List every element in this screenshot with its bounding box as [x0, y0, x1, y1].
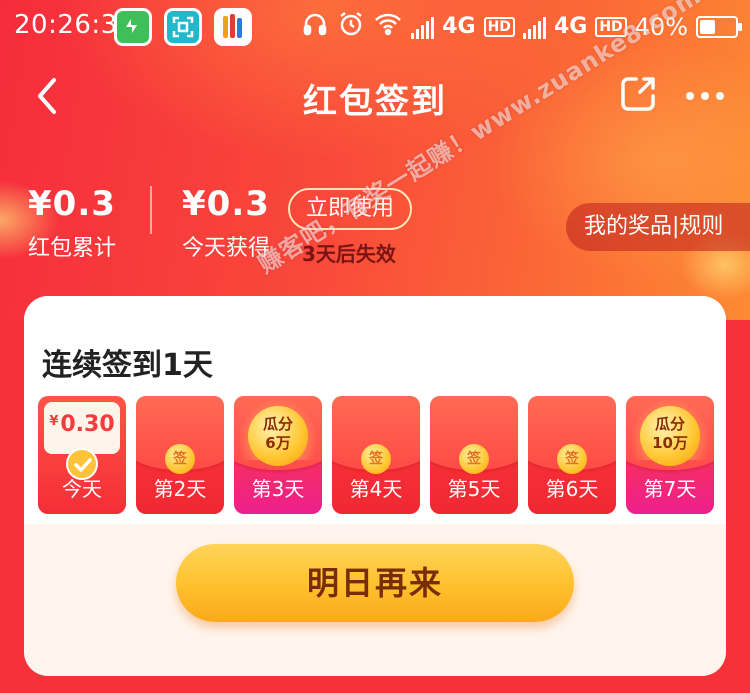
- network-type-2: 4G: [553, 14, 588, 39]
- day-label: 第5天: [447, 477, 501, 501]
- headset-icon: [301, 10, 329, 43]
- status-indicators: 4G HD 4G HD 40%: [301, 10, 742, 43]
- checkin-card: 连续签到1天 ¥0.30 今天 签 第2天 瓜分 6万 第3天 签 第4天 签 …: [24, 296, 726, 676]
- day-label: 第6天: [545, 477, 599, 501]
- signin-coin-icon: 签: [557, 444, 587, 474]
- nav-bar: 红包签到: [0, 60, 750, 132]
- stat-divider: [150, 186, 152, 234]
- hd-badge-1: HD: [483, 16, 515, 37]
- prize-coin-icon: 瓜分 10万: [640, 406, 700, 466]
- day-card-2[interactable]: 签 第2天: [136, 396, 224, 514]
- total-label: 红包累计: [28, 236, 117, 261]
- alarm-icon: [337, 10, 365, 43]
- day-card-6[interactable]: 签 第6天: [528, 396, 616, 514]
- battery-saver-app-icon: [114, 8, 152, 46]
- use-now-button[interactable]: 立即使用: [288, 188, 413, 230]
- more-button[interactable]: [680, 74, 730, 114]
- status-bar: 20:26:33 4G HD 4G HD 40%: [0, 0, 750, 54]
- shopping-app-icon: [214, 8, 252, 46]
- signin-coin-icon: 签: [165, 444, 195, 474]
- wifi-icon: [373, 11, 403, 42]
- day-card-4[interactable]: 签 第4天: [332, 396, 420, 514]
- day-label: 今天: [62, 477, 102, 501]
- come-back-tomorrow-button[interactable]: 明日再来: [176, 544, 574, 622]
- total-value: ¥0.3: [28, 184, 116, 224]
- today-amount: ¥0.30: [49, 412, 115, 437]
- checkin-title: 连续签到1天: [42, 348, 213, 383]
- hd-badge-2: HD: [595, 16, 627, 37]
- signal-icon: [522, 15, 546, 39]
- day-card-3[interactable]: 瓜分 6万 第3天: [234, 396, 322, 514]
- battery-percent: 40%: [634, 12, 688, 41]
- today-earned-stat: ¥0.3 今天获得: [182, 184, 270, 262]
- today-value: ¥0.3: [182, 184, 270, 224]
- day-card-7[interactable]: 瓜分 10万 第7天: [626, 396, 714, 514]
- share-button[interactable]: [618, 74, 658, 114]
- scan-app-icon: [164, 8, 202, 46]
- signal-icon: [411, 15, 435, 39]
- day-label: 第3天: [251, 477, 305, 501]
- network-type-1: 4G: [442, 14, 476, 39]
- signin-coin-icon: 签: [361, 444, 391, 474]
- day-label: 第2天: [153, 477, 207, 501]
- day-label: 第4天: [349, 477, 403, 501]
- total-redpacket-stat: ¥0.3 红包累计: [28, 184, 116, 262]
- reward-ticket: ¥0.30: [44, 402, 120, 454]
- day-card-5[interactable]: 签 第5天: [430, 396, 518, 514]
- prize-coin-icon: 瓜分 6万: [248, 406, 308, 466]
- battery-icon: [696, 15, 742, 38]
- day-label: 第7天: [643, 477, 697, 501]
- signin-coin-icon: 签: [459, 444, 489, 474]
- today-label: 今天获得: [182, 236, 271, 261]
- my-prizes-rules-button[interactable]: 我的奖品|规则: [566, 203, 750, 251]
- expire-note: 3天后失效: [302, 242, 396, 266]
- day-card-today[interactable]: ¥0.30 今天: [38, 396, 126, 514]
- checkin-days: ¥0.30 今天 签 第2天 瓜分 6万 第3天 签 第4天 签 第5天 签 第…: [38, 396, 714, 514]
